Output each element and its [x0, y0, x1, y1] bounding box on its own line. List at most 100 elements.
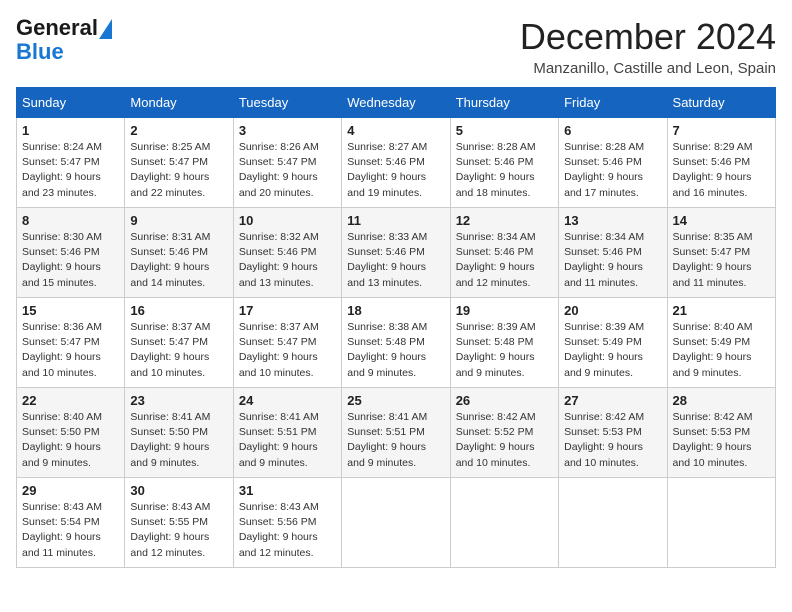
day-info: Sunrise: 8:37 AMSunset: 5:47 PMDaylight:… — [130, 320, 227, 381]
day-number: 25 — [347, 393, 444, 408]
calendar-week-row: 1 Sunrise: 8:24 AMSunset: 5:47 PMDaylight… — [17, 118, 776, 208]
day-number: 6 — [564, 123, 661, 138]
day-number: 4 — [347, 123, 444, 138]
day-info: Sunrise: 8:40 AMSunset: 5:50 PMDaylight:… — [22, 410, 119, 471]
calendar-cell: 18Sunrise: 8:38 AMSunset: 5:48 PMDayligh… — [342, 298, 450, 388]
day-info: Sunrise: 8:32 AMSunset: 5:46 PMDaylight:… — [239, 230, 336, 291]
weekday-header: Wednesday — [342, 88, 450, 118]
calendar-cell: 13Sunrise: 8:34 AMSunset: 5:46 PMDayligh… — [559, 208, 667, 298]
calendar-cell — [450, 478, 558, 568]
calendar-cell: 6Sunrise: 8:28 AMSunset: 5:46 PMDaylight… — [559, 118, 667, 208]
calendar-cell: 15 Sunrise: 8:36 AMSunset: 5:47 PMDayligh… — [17, 298, 125, 388]
day-number: 31 — [239, 483, 336, 498]
calendar-cell: 24Sunrise: 8:41 AMSunset: 5:51 PMDayligh… — [233, 388, 341, 478]
day-info: Sunrise: 8:34 AMSunset: 5:46 PMDaylight:… — [456, 230, 553, 291]
day-number: 1 — [22, 123, 119, 138]
calendar-cell: 7Sunrise: 8:29 AMSunset: 5:46 PMDaylight… — [667, 118, 775, 208]
weekday-header: Tuesday — [233, 88, 341, 118]
calendar-cell: 30 Sunrise: 8:43 AMSunset: 5:55 PMDayligh… — [125, 478, 233, 568]
calendar-cell: 8Sunrise: 8:30 AMSunset: 5:46 PMDaylight… — [17, 208, 125, 298]
day-number: 13 — [564, 213, 661, 228]
day-info: Sunrise: 8:41 AMSunset: 5:50 PMDaylight:… — [130, 410, 227, 471]
day-number: 23 — [130, 393, 227, 408]
calendar-cell: 28 Sunrise: 8:42 AMSunset: 5:53 PMDayligh… — [667, 388, 775, 478]
calendar-cell: 2 Sunrise: 8:25 AMSunset: 5:47 PMDaylight… — [125, 118, 233, 208]
day-info: Sunrise: 8:41 AMSunset: 5:51 PMDaylight:… — [347, 410, 444, 471]
calendar-cell: 5 Sunrise: 8:28 AMSunset: 5:46 PMDaylight… — [450, 118, 558, 208]
calendar-cell: 20Sunrise: 8:39 AMSunset: 5:49 PMDayligh… — [559, 298, 667, 388]
calendar-cell: 23 Sunrise: 8:41 AMSunset: 5:50 PMDayligh… — [125, 388, 233, 478]
day-info: Sunrise: 8:42 AMSunset: 5:53 PMDaylight:… — [673, 410, 770, 471]
calendar-cell: 16 Sunrise: 8:37 AMSunset: 5:47 PMDayligh… — [125, 298, 233, 388]
day-number: 10 — [239, 213, 336, 228]
calendar-cell: 22 Sunrise: 8:40 AMSunset: 5:50 PMDayligh… — [17, 388, 125, 478]
day-info: Sunrise: 8:43 AMSunset: 5:55 PMDaylight:… — [130, 500, 227, 561]
day-number: 12 — [456, 213, 553, 228]
day-info: Sunrise: 8:33 AMSunset: 5:46 PMDaylight:… — [347, 230, 444, 291]
calendar-cell: 27 Sunrise: 8:42 AMSunset: 5:53 PMDayligh… — [559, 388, 667, 478]
day-info: Sunrise: 8:38 AMSunset: 5:48 PMDaylight:… — [347, 320, 444, 381]
day-number: 21 — [673, 303, 770, 318]
month-title: December 2024 — [520, 16, 776, 58]
day-info: Sunrise: 8:43 AMSunset: 5:54 PMDaylight:… — [22, 500, 119, 561]
day-number: 15 — [22, 303, 119, 318]
day-info: Sunrise: 8:31 AMSunset: 5:46 PMDaylight:… — [130, 230, 227, 291]
day-number: 20 — [564, 303, 661, 318]
calendar-cell: 29 Sunrise: 8:43 AMSunset: 5:54 PMDayligh… — [17, 478, 125, 568]
day-info: Sunrise: 8:26 AMSunset: 5:47 PMDaylight:… — [239, 140, 336, 201]
day-info: Sunrise: 8:42 AMSunset: 5:53 PMDaylight:… — [564, 410, 661, 471]
day-number: 16 — [130, 303, 227, 318]
logo-text: General — [16, 16, 112, 40]
day-info: Sunrise: 8:24 AMSunset: 5:47 PMDaylight:… — [22, 140, 119, 201]
calendar-week-row: 22 Sunrise: 8:40 AMSunset: 5:50 PMDayligh… — [17, 388, 776, 478]
calendar-cell: 12 Sunrise: 8:34 AMSunset: 5:46 PMDayligh… — [450, 208, 558, 298]
calendar-cell: 19Sunrise: 8:39 AMSunset: 5:48 PMDayligh… — [450, 298, 558, 388]
day-info: Sunrise: 8:36 AMSunset: 5:47 PMDaylight:… — [22, 320, 119, 381]
day-info: Sunrise: 8:40 AMSunset: 5:49 PMDaylight:… — [673, 320, 770, 381]
calendar-cell — [559, 478, 667, 568]
calendar-header-row: SundayMondayTuesdayWednesdayThursdayFrid… — [17, 88, 776, 118]
calendar-cell: 1 Sunrise: 8:24 AMSunset: 5:47 PMDaylight… — [17, 118, 125, 208]
day-info: Sunrise: 8:35 AMSunset: 5:47 PMDaylight:… — [673, 230, 770, 291]
header: General Blue December 2024 Manzanillo, C… — [16, 16, 776, 77]
location-title: Manzanillo, Castille and Leon, Spain — [520, 60, 776, 77]
title-area: December 2024 Manzanillo, Castille and L… — [520, 16, 776, 77]
weekday-header: Thursday — [450, 88, 558, 118]
day-info: Sunrise: 8:25 AMSunset: 5:47 PMDaylight:… — [130, 140, 227, 201]
day-number: 2 — [130, 123, 227, 138]
logo: General Blue — [16, 16, 112, 64]
day-number: 22 — [22, 393, 119, 408]
day-number: 30 — [130, 483, 227, 498]
day-number: 9 — [130, 213, 227, 228]
day-info: Sunrise: 8:29 AMSunset: 5:46 PMDaylight:… — [673, 140, 770, 201]
day-info: Sunrise: 8:37 AMSunset: 5:47 PMDaylight:… — [239, 320, 336, 381]
day-number: 8 — [22, 213, 119, 228]
day-number: 17 — [239, 303, 336, 318]
day-number: 29 — [22, 483, 119, 498]
calendar-cell — [667, 478, 775, 568]
calendar-cell: 11Sunrise: 8:33 AMSunset: 5:46 PMDayligh… — [342, 208, 450, 298]
calendar-cell: 17 Sunrise: 8:37 AMSunset: 5:47 PMDayligh… — [233, 298, 341, 388]
day-number: 14 — [673, 213, 770, 228]
day-info: Sunrise: 8:27 AMSunset: 5:46 PMDaylight:… — [347, 140, 444, 201]
day-number: 27 — [564, 393, 661, 408]
weekday-header: Friday — [559, 88, 667, 118]
day-info: Sunrise: 8:42 AMSunset: 5:52 PMDaylight:… — [456, 410, 553, 471]
calendar-cell — [342, 478, 450, 568]
calendar-cell: 21 Sunrise: 8:40 AMSunset: 5:49 PMDayligh… — [667, 298, 775, 388]
day-info: Sunrise: 8:41 AMSunset: 5:51 PMDaylight:… — [239, 410, 336, 471]
calendar-cell: 26 Sunrise: 8:42 AMSunset: 5:52 PMDayligh… — [450, 388, 558, 478]
calendar-week-row: 8Sunrise: 8:30 AMSunset: 5:46 PMDaylight… — [17, 208, 776, 298]
day-info: Sunrise: 8:43 AMSunset: 5:56 PMDaylight:… — [239, 500, 336, 561]
day-number: 26 — [456, 393, 553, 408]
calendar-week-row: 15 Sunrise: 8:36 AMSunset: 5:47 PMDayligh… — [17, 298, 776, 388]
logo-blue: Blue — [16, 39, 64, 64]
day-number: 5 — [456, 123, 553, 138]
day-number: 3 — [239, 123, 336, 138]
calendar-table: SundayMondayTuesdayWednesdayThursdayFrid… — [16, 87, 776, 568]
day-number: 28 — [673, 393, 770, 408]
calendar-cell: 4 Sunrise: 8:27 AMSunset: 5:46 PMDaylight… — [342, 118, 450, 208]
day-info: Sunrise: 8:28 AMSunset: 5:46 PMDaylight:… — [456, 140, 553, 201]
calendar-week-row: 29 Sunrise: 8:43 AMSunset: 5:54 PMDayligh… — [17, 478, 776, 568]
calendar-cell: 9 Sunrise: 8:31 AMSunset: 5:46 PMDaylight… — [125, 208, 233, 298]
